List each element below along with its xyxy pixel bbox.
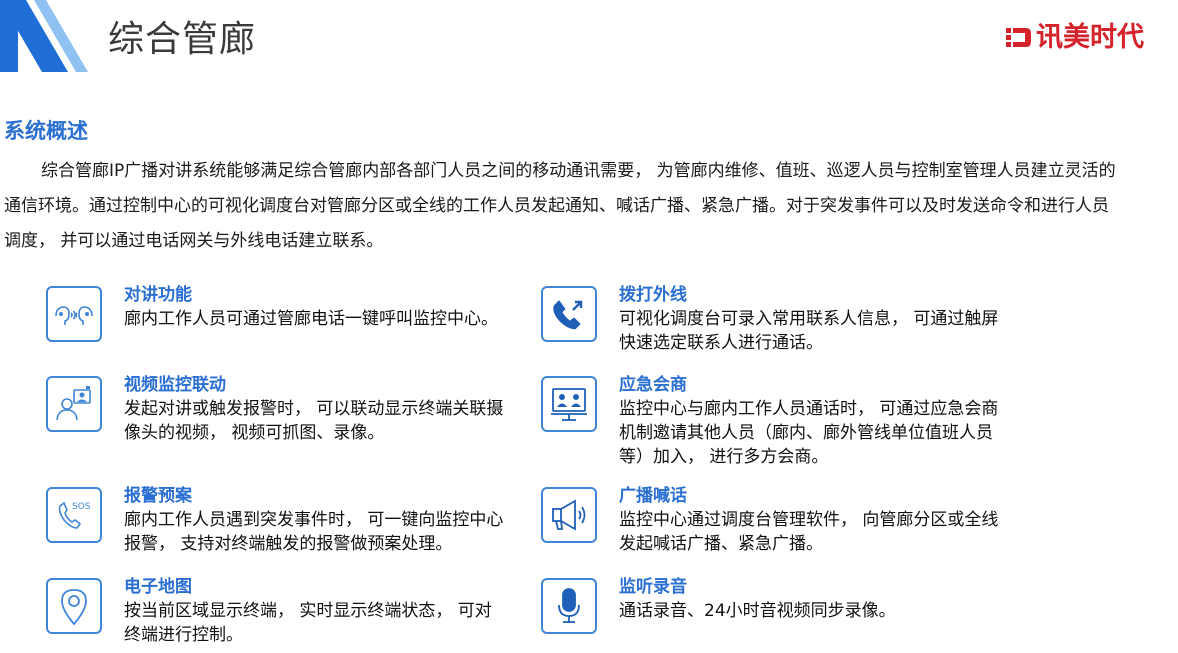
feature-desc: 发起对讲或触发报警时， 可以联动显示终端关联摄像头的视频， 视频可抓图、录像。 bbox=[124, 399, 504, 443]
map-pin-icon bbox=[46, 578, 102, 634]
logo-mark-icon bbox=[1006, 28, 1031, 47]
intercom-icon bbox=[46, 286, 102, 342]
microphone-icon bbox=[541, 578, 597, 634]
feature-desc: 监控中心与廊内工作人员通话时， 可通过应急会商机制邀请其他人员（廊内、廊外管线单… bbox=[619, 399, 999, 467]
overview-text: 综合管廊IP广播对讲系统能够满足综合管廊内部各部门人员之间的移动通讯需要， 为管… bbox=[4, 161, 1116, 251]
feature-title: 广播喊话 bbox=[619, 486, 687, 506]
feature-title: 应急会商 bbox=[619, 375, 687, 395]
feature-title: 电子地图 bbox=[124, 577, 192, 597]
feature-title: 拨打外线 bbox=[619, 285, 687, 305]
feature-title: 报警预案 bbox=[124, 486, 192, 506]
svg-text:SOS: SOS bbox=[72, 502, 91, 512]
logo-text: 讯美时代 bbox=[1036, 22, 1144, 53]
feature-desc: 监控中心通过调度台管理软件， 向管廊分区或全线发起喊话广播、紧急广播。 bbox=[619, 510, 999, 554]
page-title: 综合管廊 bbox=[108, 19, 257, 60]
feature-desc: 按当前区域显示终端， 实时显示终端状态， 可对终端进行控制。 bbox=[124, 601, 492, 645]
megaphone-icon bbox=[541, 487, 597, 543]
feature-title: 监听录音 bbox=[619, 577, 687, 597]
phone-call-icon bbox=[541, 286, 597, 342]
video-monitor-icon bbox=[46, 376, 102, 432]
conference-icon bbox=[541, 376, 597, 432]
feature-desc: 可视化调度台可录入常用联系人信息， 可通过触屏快速选定联系人进行通话。 bbox=[619, 309, 999, 353]
brand-logo: 讯美时代 bbox=[1004, 22, 1144, 54]
overview-title: 系统概述 bbox=[4, 119, 88, 143]
feature-title: 对讲功能 bbox=[124, 285, 192, 305]
feature-desc: 廊内工作人员可通过管廊电话一键呼叫监控中心。 bbox=[124, 309, 498, 329]
feature-desc: 通话录音、24小时音视频同步录像。 bbox=[619, 601, 896, 621]
feature-title: 视频监控联动 bbox=[124, 375, 226, 395]
corner-decoration bbox=[0, 0, 88, 72]
feature-desc: 廊内工作人员遇到突发事件时， 可一键向监控中心报警， 支持对终端触发的报警做预案… bbox=[124, 510, 504, 554]
sos-phone-icon: SOS bbox=[46, 487, 102, 543]
